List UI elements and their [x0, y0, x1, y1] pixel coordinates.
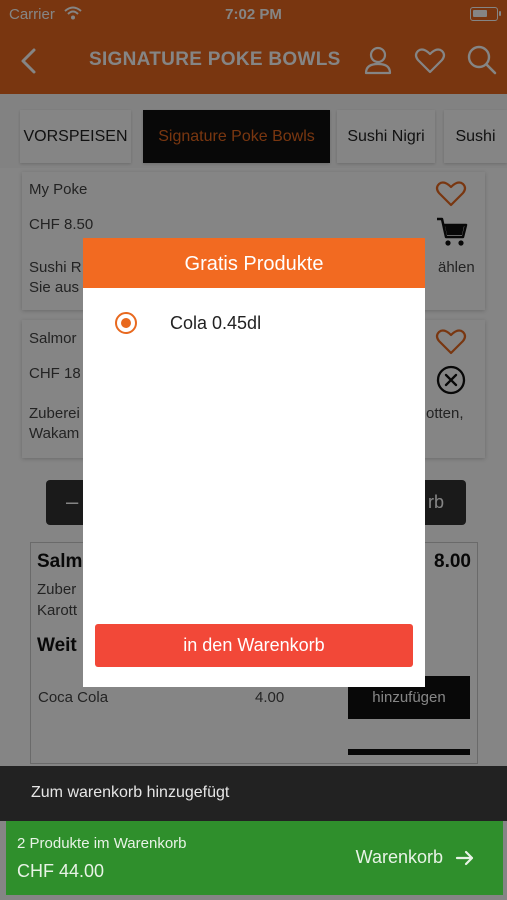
- cart-total: CHF 44.00: [17, 861, 105, 881]
- radio-selected-icon[interactable]: [115, 312, 137, 334]
- toast-message: Zum warenkorb hinzugefügt: [31, 784, 230, 801]
- arrow-right-icon: [455, 850, 474, 865]
- toast-notification: Zum warenkorb hinzugefügt: [0, 766, 507, 821]
- free-products-dialog: Gratis Produkte Cola 0.45dl in den Waren…: [83, 238, 425, 687]
- cart-summary-bar[interactable]: 2 Produkte im Warenkorb CHF 44.00 Warenk…: [6, 821, 503, 895]
- add-to-cart-button[interactable]: in den Warenkorb: [95, 624, 413, 667]
- go-to-cart-button[interactable]: Warenkorb: [356, 847, 475, 868]
- dialog-title: Gratis Produkte: [83, 238, 425, 288]
- free-product-option[interactable]: Cola 0.45dl: [115, 310, 261, 336]
- go-to-cart-label: Warenkorb: [355, 847, 443, 867]
- free-product-option-label[interactable]: Cola 0.45dl: [170, 313, 261, 334]
- cart-count: 2 Produkte im Warenkorb: [17, 835, 187, 852]
